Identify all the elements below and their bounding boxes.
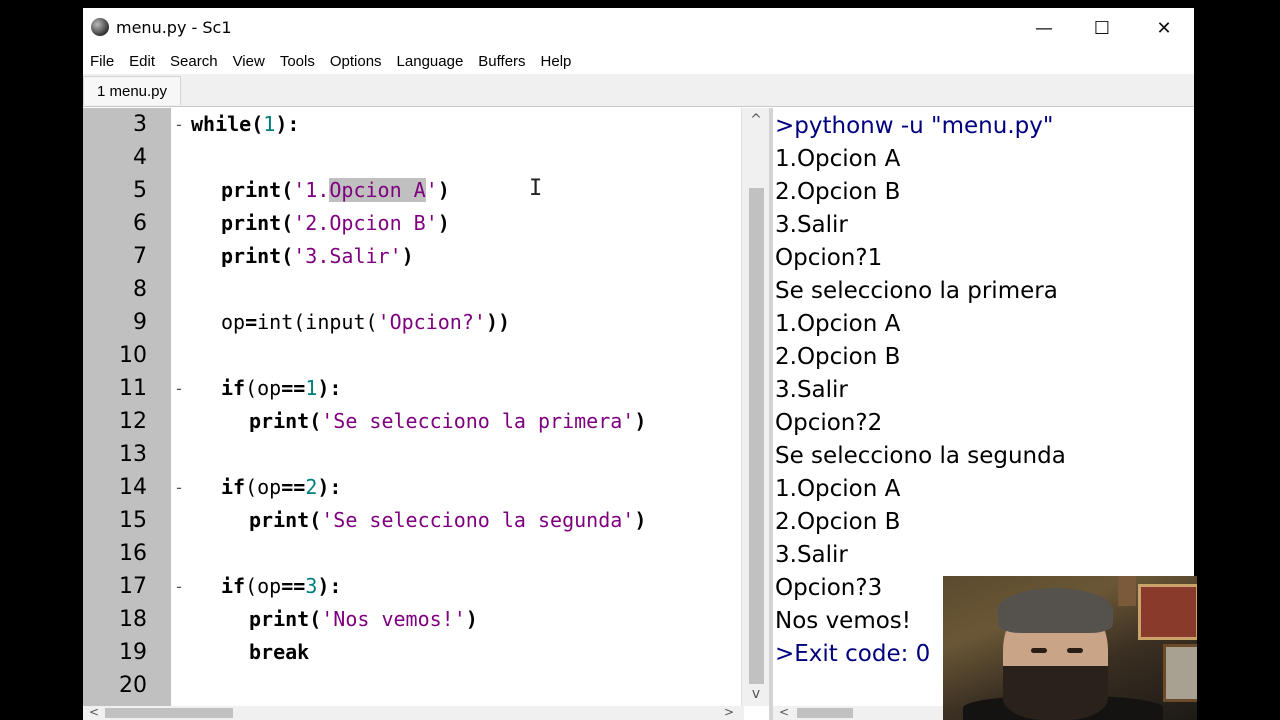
menu-language[interactable]: Language <box>390 53 472 70</box>
line-number: 5 <box>133 178 147 203</box>
menu-edit[interactable]: Edit <box>122 53 163 70</box>
scrollbar-thumb[interactable] <box>749 188 764 684</box>
line-number: 19 <box>119 640 147 665</box>
output-line: 1.Opcion A <box>775 146 901 172</box>
code-line-3: while(1): <box>191 112 300 136</box>
output-line: Opcion?3 <box>775 575 883 601</box>
menu-file[interactable]: File <box>83 53 122 70</box>
output-line: 2.Opcion B <box>775 344 901 370</box>
output-line: 2.Opcion B <box>775 179 901 205</box>
menu-options[interactable]: Options <box>323 53 390 70</box>
fold-marker-icon[interactable]: - <box>175 108 183 141</box>
output-line: 3.Salir <box>775 542 848 568</box>
output-line: Opcion?1 <box>775 245 883 271</box>
output-line: 3.Salir <box>775 377 848 403</box>
text-cursor-icon: I <box>529 176 543 201</box>
person-eye <box>1031 648 1047 653</box>
minimize-button[interactable]: — <box>1014 8 1074 48</box>
text-selection: Opcion A <box>329 178 426 202</box>
line-number: 4 <box>133 145 147 170</box>
line-number: 7 <box>133 244 147 269</box>
line-number: 10 <box>119 343 147 368</box>
person-cap <box>998 588 1113 633</box>
line-number: 17 <box>119 574 147 599</box>
output-line: Se selecciono la primera <box>775 278 1058 304</box>
output-line: Opcion?2 <box>775 410 883 436</box>
editor-horizontal-scrollbar[interactable]: < > <box>83 705 744 720</box>
code-line-18: print('Nos vemos!') <box>249 607 478 631</box>
output-line: 2.Opcion B <box>775 509 901 535</box>
line-number: 20 <box>119 673 147 698</box>
output-line: Se selecciono la segunda <box>775 443 1066 469</box>
line-number: 11 <box>119 376 147 401</box>
wall-picture <box>1138 584 1197 640</box>
output-line: >pythonw -u "menu.py" <box>775 113 1054 139</box>
webcam-overlay <box>943 576 1197 720</box>
title-bar: menu.py - Sc1 — ☐ ✕ <box>83 8 1194 48</box>
line-number: 6 <box>133 211 147 236</box>
output-line: >Exit code: 0 <box>775 641 931 667</box>
line-number: 14 <box>119 475 147 500</box>
code-line-6: print('2.Opcion B') <box>221 211 450 235</box>
menu-buffers[interactable]: Buffers <box>471 53 533 70</box>
buffer-tab-bar: 1 menu.py <box>83 74 1194 107</box>
scrollbar-thumb[interactable] <box>797 708 853 718</box>
line-number: 9 <box>133 310 147 335</box>
scroll-up-arrow-icon[interactable]: ^ <box>742 112 770 128</box>
scrollbar-thumb[interactable] <box>105 708 233 718</box>
line-number-gutter: 3 4 5 6 7 8 9 10 11 12 13 14 15 16 17 18… <box>83 108 171 706</box>
close-button[interactable]: ✕ <box>1134 8 1194 48</box>
editor-vertical-scrollbar[interactable]: ^ v <box>741 108 770 706</box>
line-number: 15 <box>119 508 147 533</box>
menu-view[interactable]: View <box>226 53 273 70</box>
output-line: 3.Salir <box>775 212 848 238</box>
code-line-19: break <box>249 640 310 664</box>
tab-menu-py[interactable]: 1 menu.py <box>83 76 181 105</box>
code-line-7: print('3.Salir') <box>221 244 414 268</box>
wall-picture <box>1118 576 1136 606</box>
line-number: 3 <box>133 112 147 137</box>
line-number: 12 <box>119 409 147 434</box>
maximize-button[interactable]: ☐ <box>1072 8 1132 48</box>
line-number: 13 <box>119 442 147 467</box>
line-number: 16 <box>119 541 147 566</box>
line-number: 8 <box>133 277 147 302</box>
scroll-down-arrow-icon[interactable]: v <box>742 686 770 702</box>
menu-tools[interactable]: Tools <box>273 53 323 70</box>
code-line-11: if(op==1): <box>221 376 342 400</box>
code-line-17: if(op==3): <box>221 574 342 598</box>
code-area[interactable]: while(1): print('1.Opcion A') print('2.O… <box>185 108 769 706</box>
code-line-12: print('Se selecciono la primera') <box>249 409 647 433</box>
code-editor[interactable]: 3 4 5 6 7 8 9 10 11 12 13 14 15 16 17 18… <box>83 108 769 706</box>
keyword: while <box>191 112 252 136</box>
menu-bar: File Edit Search View Tools Options Lang… <box>83 48 1194 74</box>
fold-marker-icon[interactable]: - <box>175 372 183 405</box>
scite-app-icon <box>91 18 109 36</box>
fold-margin <box>171 108 185 706</box>
output-line: Nos vemos! <box>775 608 912 634</box>
code-line-9: op=int(input('Opcion?')) <box>221 310 511 334</box>
line-number: 18 <box>119 607 147 632</box>
person-eye <box>1067 648 1083 653</box>
menu-help[interactable]: Help <box>534 53 580 70</box>
wall-picture <box>1163 644 1197 702</box>
scroll-right-arrow-icon[interactable]: > <box>724 705 734 719</box>
scroll-left-arrow-icon[interactable]: < <box>779 705 789 719</box>
menu-search[interactable]: Search <box>163 53 226 70</box>
fold-marker-icon[interactable]: - <box>175 570 183 603</box>
code-line-5: print('1.Opcion A') <box>221 178 450 202</box>
output-line: 1.Opcion A <box>775 476 901 502</box>
code-line-14: if(op==2): <box>221 475 342 499</box>
window-title: menu.py - Sc1 <box>116 18 232 37</box>
fold-marker-icon[interactable]: - <box>175 471 183 504</box>
person-beard <box>1003 666 1108 720</box>
code-line-15: print('Se selecciono la segunda') <box>249 508 647 532</box>
output-line: 1.Opcion A <box>775 311 901 337</box>
scroll-left-arrow-icon[interactable]: < <box>89 705 99 719</box>
